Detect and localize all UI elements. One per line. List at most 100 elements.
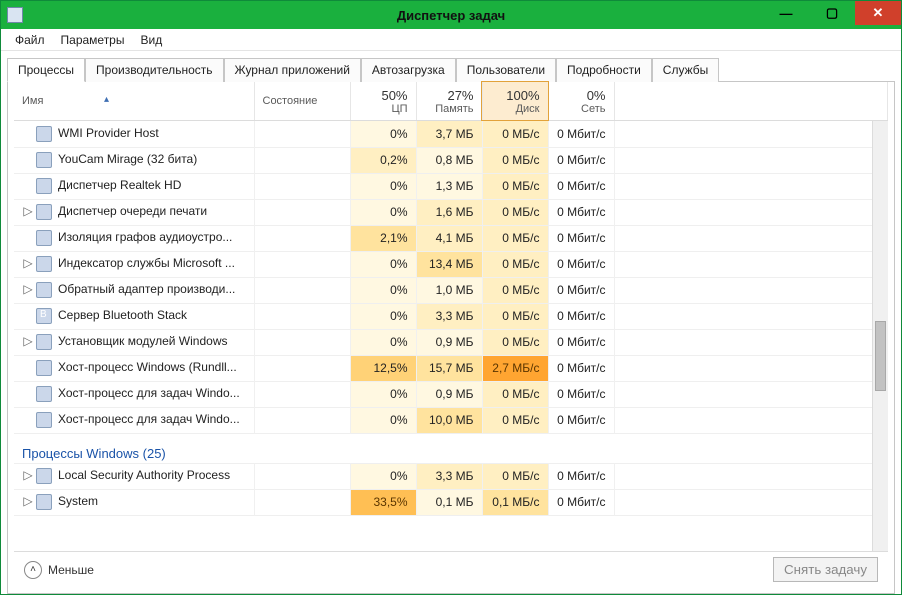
- expand-icon[interactable]: ▷: [22, 334, 34, 348]
- net-cell: 0 Мбит/с: [548, 303, 614, 329]
- vertical-scrollbar[interactable]: [872, 121, 888, 551]
- tab-users[interactable]: Пользователи: [456, 58, 556, 82]
- tab-startup[interactable]: Автозагрузка: [361, 58, 456, 82]
- table-row[interactable]: Диспетчер Realtek HD0%1,3 МБ0 МБ/с0 Мбит…: [14, 173, 888, 199]
- end-task-button[interactable]: Снять задачу: [773, 557, 878, 582]
- process-name-cell: ▷ Local Security Authority Process: [14, 463, 254, 489]
- menu-view[interactable]: Вид: [132, 31, 170, 49]
- disk-cell: 0 МБ/с: [482, 147, 548, 173]
- chevron-up-icon: ˄: [24, 561, 42, 579]
- net-cell: 0 Мбит/с: [548, 489, 614, 515]
- process-icon: [36, 468, 52, 484]
- process-name: Диспетчер очереди печати: [58, 204, 207, 218]
- cpu-cell: 0%: [350, 173, 416, 199]
- process-name-cell: Изоляция графов аудиоустро...: [14, 225, 254, 251]
- status-cell: [254, 407, 350, 433]
- minimize-button[interactable]: —: [763, 1, 809, 25]
- cpu-cell: 0%: [350, 251, 416, 277]
- table-row[interactable]: Изоляция графов аудиоустро...2,1%4,1 МБ0…: [14, 225, 888, 251]
- tab-details[interactable]: Подробности: [556, 58, 652, 82]
- disk-cell: 0 МБ/с: [482, 225, 548, 251]
- process-name-cell: WMI Provider Host: [14, 121, 254, 147]
- maximize-button[interactable]: ▢: [809, 1, 855, 25]
- expand-icon[interactable]: ▷: [22, 468, 34, 482]
- status-cell: [254, 381, 350, 407]
- tab-services[interactable]: Службы: [652, 58, 719, 82]
- scrollbar-thumb[interactable]: [875, 321, 886, 391]
- process-icon: [36, 256, 52, 272]
- process-icon: [36, 494, 52, 510]
- process-icon: [36, 360, 52, 376]
- col-memory[interactable]: 27% Память: [416, 82, 482, 120]
- table-row[interactable]: Сервер Bluetooth Stack0%3,3 МБ0 МБ/с0 Мб…: [14, 303, 888, 329]
- process-name-cell: ▷System: [14, 489, 254, 515]
- mem-cell: 13,4 МБ: [416, 251, 482, 277]
- disk-cell: 0 МБ/с: [482, 381, 548, 407]
- disk-cell: 0 МБ/с: [482, 251, 548, 277]
- col-network[interactable]: 0% Сеть: [548, 82, 614, 120]
- col-cpu[interactable]: 50% ЦП: [350, 82, 416, 120]
- disk-cell: 0 МБ/с: [482, 463, 548, 489]
- col-disk[interactable]: 100% Диск: [482, 82, 548, 120]
- table-row[interactable]: ▷Обратный адаптер производи...0%1,0 МБ0 …: [14, 277, 888, 303]
- status-cell: [254, 173, 350, 199]
- table-row[interactable]: ▷ Индексатор службы Microsoft ... 0%13,4 М…: [14, 251, 888, 277]
- disk-cell: 0 МБ/с: [482, 329, 548, 355]
- expand-icon[interactable]: ▷: [22, 204, 34, 218]
- table-row[interactable]: YouCam Mirage (32 бита)0,2%0,8 МБ0 МБ/с0…: [14, 147, 888, 173]
- mem-cell: 4,1 МБ: [416, 225, 482, 251]
- status-cell: [254, 147, 350, 173]
- process-name-cell: YouCam Mirage (32 бита): [14, 147, 254, 173]
- tab-performance[interactable]: Производительность: [85, 58, 223, 82]
- table-row[interactable]: Хост-процесс Windows (Rundll...12,5%15,7…: [14, 355, 888, 381]
- menu-bar: Файл Параметры Вид: [1, 29, 901, 51]
- process-name: Сервер Bluetooth Stack: [58, 308, 187, 322]
- process-name: Хост-процесс Windows (Rundll...: [58, 360, 237, 374]
- titlebar[interactable]: Диспетчер задач — ▢ ✕: [1, 1, 901, 29]
- mem-cell: 1,0 МБ: [416, 277, 482, 303]
- mem-cell: 3,3 МБ: [416, 463, 482, 489]
- col-status[interactable]: Состояние: [254, 82, 350, 120]
- group-windows-processes: Процессы Windows (25): [14, 433, 888, 463]
- status-cell: [254, 329, 350, 355]
- cpu-cell: 0,2%: [350, 147, 416, 173]
- status-cell: [254, 121, 350, 147]
- menu-options[interactable]: Параметры: [53, 31, 133, 49]
- mem-cell: 3,7 МБ: [416, 121, 482, 147]
- process-name-cell: Сервер Bluetooth Stack: [14, 303, 254, 329]
- close-button[interactable]: ✕: [855, 1, 901, 25]
- process-name: Обратный адаптер производи...: [58, 282, 235, 296]
- process-icon: [36, 412, 52, 428]
- table-row[interactable]: ▷Local Security Authority Process0%3,3 М…: [14, 463, 888, 489]
- net-cell: 0 Мбит/с: [548, 329, 614, 355]
- cpu-cell: 0%: [350, 381, 416, 407]
- tab-processes[interactable]: Процессы: [7, 58, 85, 82]
- expand-icon[interactable]: ▷: [22, 256, 34, 270]
- table-row[interactable]: ▷Установщик модулей Windows0%0,9 МБ0 МБ/…: [14, 329, 888, 355]
- tab-app-history[interactable]: Журнал приложений: [224, 58, 361, 82]
- mem-cell: 1,3 МБ: [416, 173, 482, 199]
- menu-file[interactable]: Файл: [7, 31, 53, 49]
- expand-icon[interactable]: ▷: [22, 282, 34, 296]
- col-name[interactable]: ▴ Имя: [14, 82, 254, 120]
- disk-cell: 0 МБ/с: [482, 121, 548, 147]
- disk-cell: 0 МБ/с: [482, 199, 548, 225]
- net-cell: 0 Мбит/с: [548, 277, 614, 303]
- tab-strip: Процессы Производительность Журнал прило…: [7, 57, 895, 82]
- process-icon: [36, 308, 52, 324]
- process-name: Local Security Authority Process: [58, 468, 230, 482]
- status-cell: [254, 199, 350, 225]
- table-row[interactable]: Хост-процесс для задач Windo...0%0,9 МБ0…: [14, 381, 888, 407]
- process-name: Диспетчер Realtek HD: [58, 178, 181, 192]
- process-name: Индексатор службы Microsoft ...: [58, 256, 235, 270]
- table-row[interactable]: Хост-процесс для задач Windo...0%10,0 МБ…: [14, 407, 888, 433]
- cpu-cell: 0%: [350, 407, 416, 433]
- process-name-cell: Хост-процесс для задач Windo...: [14, 407, 254, 433]
- table-row[interactable]: ▷System33,5%0,1 МБ0,1 МБ/с0 Мбит/с: [14, 489, 888, 515]
- mem-cell: 0,1 МБ: [416, 489, 482, 515]
- net-cell: 0 Мбит/с: [548, 251, 614, 277]
- fewer-details-button[interactable]: ˄ Меньше: [24, 561, 94, 579]
- expand-icon[interactable]: ▷: [22, 494, 34, 508]
- table-row[interactable]: WMI Provider Host0%3,7 МБ0 МБ/с0 Мбит/с: [14, 121, 888, 147]
- table-row[interactable]: ▷Диспетчер очереди печати0%1,6 МБ0 МБ/с0…: [14, 199, 888, 225]
